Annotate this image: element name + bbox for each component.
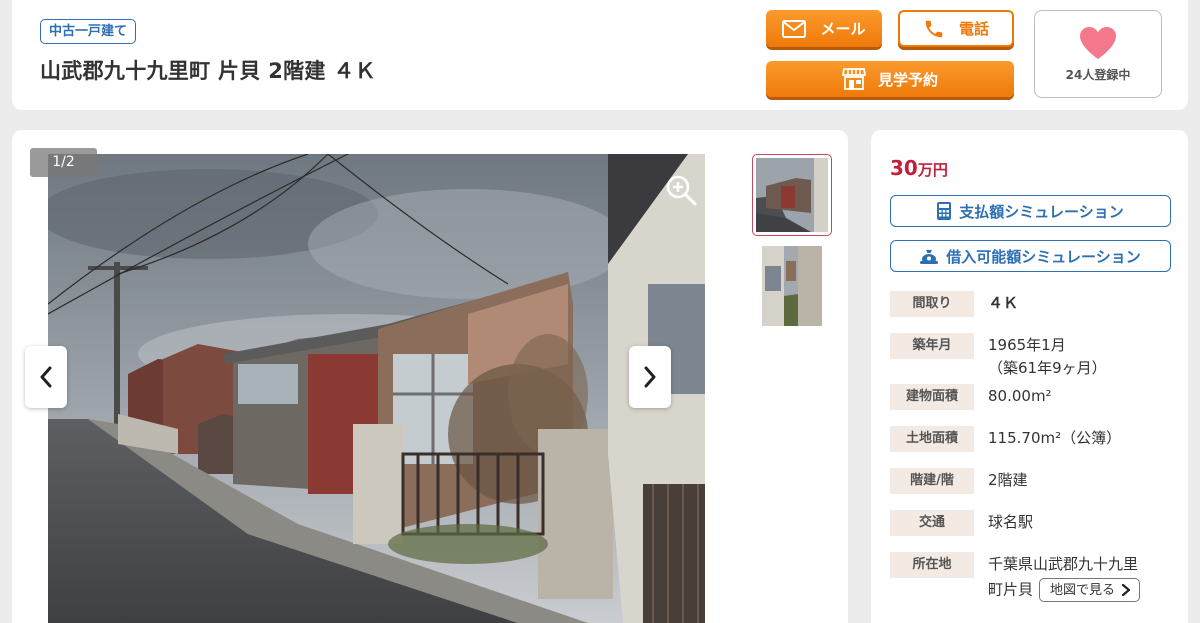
envelope-icon xyxy=(782,19,807,38)
spec-value: ４Ｋ xyxy=(988,294,1019,312)
chevron-right-icon xyxy=(1121,584,1131,596)
view-map-label: 地図で見る xyxy=(1050,582,1116,598)
borrowing-simulation-label: 借入可能額シミュレーション xyxy=(946,247,1141,266)
phone-icon xyxy=(925,20,943,37)
visit-reservation-button[interactable]: 見学予約 xyxy=(766,61,1014,97)
zoom-in-button[interactable] xyxy=(664,173,698,207)
address-line-2-row: 町片貝 地図で見る xyxy=(988,578,1141,602)
chevron-right-icon xyxy=(644,366,656,388)
price-unit: 万円 xyxy=(917,161,948,179)
price: 30万円 xyxy=(890,156,948,180)
spec-row-floors: 階建/階 2階建 xyxy=(890,468,1180,494)
spec-value: 80.00m² xyxy=(988,387,1052,405)
tel-button-label: 電話 xyxy=(958,20,989,38)
favorite-count: 24人登録中 xyxy=(1065,67,1131,82)
spec-label: 土地面積 xyxy=(890,426,974,452)
photo-thumbnail[interactable] xyxy=(752,154,832,236)
property-info-panel: 30万円 支払額シミュレーション 借入可能額シミュレーション 間取り ４Ｋ 築年… xyxy=(871,130,1188,623)
spec-label: 所在地 xyxy=(890,552,974,578)
previous-photo-button[interactable] xyxy=(25,346,67,408)
spec-value: 115.70m²（公簿） xyxy=(988,429,1122,447)
address-line-2: 町片貝 xyxy=(988,580,1034,599)
visit-button-label: 見学予約 xyxy=(877,70,938,89)
calculator-icon xyxy=(937,202,952,220)
favorite-button[interactable]: 24人登録中 xyxy=(1034,10,1162,98)
spec-row-built-date: 築年月 1965年1月 （築61年9ヶ月） xyxy=(890,333,1180,380)
borrowing-simulation-button[interactable]: 借入可能額シミュレーション xyxy=(890,240,1171,272)
zoom-in-icon xyxy=(666,175,697,206)
photo-thumbnail[interactable] xyxy=(762,246,822,326)
storefront-icon xyxy=(841,68,866,90)
main-property-photo xyxy=(48,154,705,623)
view-map-button[interactable]: 地図で見る xyxy=(1039,578,1141,602)
spec-row-address: 所在地 千葉県山武郡九十九里 町片貝 地図で見る xyxy=(890,552,1180,602)
spec-row-land-area: 土地面積 115.70m²（公簿） xyxy=(890,426,1180,452)
spec-label: 交通 xyxy=(890,510,974,536)
tel-button[interactable]: 電話 xyxy=(898,10,1014,47)
mail-button[interactable]: メール xyxy=(766,10,882,47)
address-line-1: 千葉県山武郡九十九里 xyxy=(988,555,1139,573)
built-date: 1965年1月 xyxy=(988,336,1066,354)
building-age: （築61年9ヶ月） xyxy=(988,359,1107,377)
spec-row-building-area: 建物面積 80.00m² xyxy=(890,384,1180,410)
spec-value: 千葉県山武郡九十九里 町片貝 地図で見る xyxy=(974,552,1141,602)
property-header: 中古一戸建て 山武郡九十九里町 片貝 2階建 ４Ｋ メール 電話 見学予約 24… xyxy=(12,0,1188,110)
spec-row-access: 交通 球名駅 xyxy=(890,510,1180,536)
property-type-badge: 中古一戸建て xyxy=(40,19,137,44)
spec-value: 1965年1月 （築61年9ヶ月） xyxy=(974,333,1107,380)
spec-value: 2階建 xyxy=(988,471,1028,489)
mail-button-label: メール xyxy=(820,20,866,38)
photo-counter: 1/2 xyxy=(30,148,97,177)
payment-simulation-button[interactable]: 支払額シミュレーション xyxy=(890,195,1171,227)
price-amount: 30 xyxy=(890,156,918,180)
photo-gallery: 1/2 xyxy=(12,130,848,623)
spec-row-floor-plan: 間取り ４Ｋ xyxy=(890,291,1180,317)
property-title: 山武郡九十九里町 片貝 2階建 ４Ｋ xyxy=(40,59,376,83)
heart-icon xyxy=(1080,26,1116,59)
money-bag-icon xyxy=(920,250,939,264)
chevron-left-icon xyxy=(40,366,52,388)
spec-label: 階建/階 xyxy=(890,468,974,494)
spec-value: 球名駅 xyxy=(988,513,1034,531)
spec-label: 建物面積 xyxy=(890,384,974,410)
spec-label: 間取り xyxy=(890,291,974,317)
next-photo-button[interactable] xyxy=(629,346,671,408)
payment-simulation-label: 支払額シミュレーション xyxy=(959,202,1124,221)
spec-label: 築年月 xyxy=(890,333,974,359)
